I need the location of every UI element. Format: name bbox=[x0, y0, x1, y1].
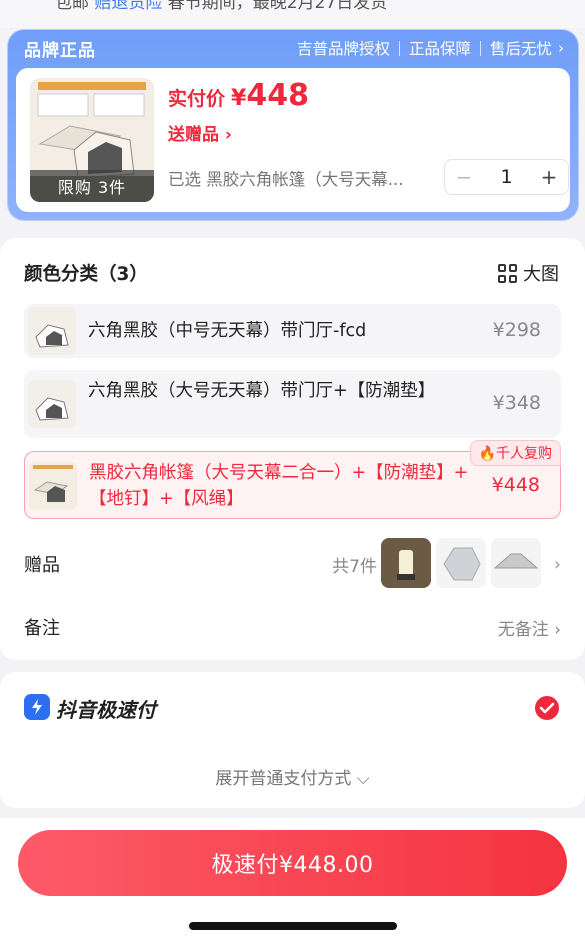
expand-payment-methods[interactable]: 展开普通支付方式 ⌵ bbox=[0, 764, 585, 789]
chevron-right-icon: › bbox=[558, 39, 564, 57]
variant-option-1[interactable]: 六角黑胶（中号无天幕）带门厅-fcd ¥298 bbox=[24, 304, 561, 358]
top-notice: 包邮 赔退货险 春节期间，最晚2月27日发货 bbox=[0, 0, 585, 28]
variant-name: 六角黑胶（中号无天幕）带门厅-fcd bbox=[88, 321, 367, 341]
options-card: 颜色分类（3） 大图 六角黑胶（中号无天幕）带门厅-fcd ¥298 六角黑胶（… bbox=[0, 238, 585, 660]
tent-thumbnail-icon bbox=[28, 380, 76, 428]
gift-count: 共7件 bbox=[332, 556, 377, 577]
bottom-bar: 极速付¥448.00 bbox=[0, 818, 585, 944]
increase-button[interactable]: + bbox=[530, 165, 568, 189]
product-summary: 限购 3件 实付价 ¥ 448 送赠品 › 已选 黑胶六角帐篷（大号天幕... … bbox=[16, 68, 570, 212]
home-indicator[interactable] bbox=[189, 922, 397, 930]
repurchase-badge: 🔥千人复购 bbox=[469, 440, 561, 466]
tent-thumbnail-icon bbox=[29, 462, 77, 510]
variant-price: ¥448 bbox=[491, 474, 540, 496]
variant-name: 六角黑胶（大号无天幕）带门厅+【防潮垫】 bbox=[88, 381, 436, 401]
payment-card: 抖音极速付 展开普通支付方式 ⌵ bbox=[0, 672, 585, 808]
checkmark-icon[interactable] bbox=[535, 696, 559, 720]
canopy-gift-icon bbox=[491, 538, 541, 588]
brand-badge: 吉普品牌授权 bbox=[296, 40, 390, 58]
shipping-notice: 包邮 赔退货险 春节期间，最晚2月27日发货 bbox=[55, 0, 387, 13]
douyin-pay-logo-icon bbox=[24, 694, 50, 720]
brand-badge: 售后无忧 bbox=[489, 40, 552, 58]
paid-price-amount: 448 bbox=[246, 78, 309, 113]
brand-guarantees[interactable]: 吉普品牌授权 正品保障 售后无忧 › bbox=[297, 37, 564, 59]
product-image[interactable]: 限购 3件 bbox=[30, 78, 154, 202]
color-category-title: 颜色分类（3） bbox=[24, 264, 148, 285]
purchase-limit-badge: 限购 3件 bbox=[30, 170, 154, 202]
divider bbox=[398, 40, 400, 56]
quantity-value[interactable]: 1 bbox=[483, 166, 530, 188]
note-row[interactable]: 备注 无备注 › bbox=[24, 612, 561, 642]
gift-row[interactable]: 赠品 共7件 › bbox=[24, 538, 561, 590]
chevron-right-icon: › bbox=[553, 553, 561, 575]
currency-symbol: ¥ bbox=[231, 86, 247, 111]
brand-title: 品牌正品 bbox=[24, 40, 96, 61]
decrease-button[interactable]: − bbox=[445, 165, 483, 189]
return-insurance-link[interactable]: 赔退货险 bbox=[94, 0, 162, 13]
variant-thumbnail bbox=[29, 462, 77, 510]
selected-variant-text: 已选 黑胶六角帐篷（大号天幕... bbox=[168, 170, 404, 189]
big-image-label: 大图 bbox=[523, 264, 559, 285]
variant-option-3-selected[interactable]: 🔥千人复购 黑胶六角帐篷（大号天幕二合一）+【防潮垫】+【地钉】+【风绳】 ¥4… bbox=[24, 440, 561, 519]
gift-link[interactable]: 送赠品 › bbox=[168, 120, 232, 145]
gift-thumbnails bbox=[381, 538, 541, 588]
brand-header[interactable]: 品牌正品 吉普品牌授权 正品保障 售后无忧 › bbox=[8, 30, 578, 66]
lantern-gift-icon bbox=[381, 538, 431, 588]
divider bbox=[479, 40, 481, 56]
variant-thumbnail bbox=[28, 380, 76, 428]
variant-thumbnail bbox=[28, 307, 76, 355]
big-image-toggle[interactable]: 大图 bbox=[498, 260, 559, 286]
note-label: 备注 bbox=[24, 618, 60, 639]
variant-price: ¥348 bbox=[492, 392, 541, 414]
brand-card: 品牌正品 吉普品牌授权 正品保障 售后无忧 › 限购 3件 实付价 ¥ 448 … bbox=[8, 30, 578, 220]
note-value: 无备注 › bbox=[497, 619, 561, 640]
variant-name: 黑胶六角帐篷（大号天幕二合一）+【防潮垫】+【地钉】+【风绳】 bbox=[89, 463, 469, 509]
mat-gift-icon bbox=[436, 538, 486, 588]
quantity-stepper: − 1 + bbox=[444, 159, 569, 195]
gift-label: 赠品 bbox=[24, 555, 60, 576]
pay-button[interactable]: 极速付¥448.00 bbox=[18, 830, 567, 896]
variant-price: ¥298 bbox=[492, 319, 541, 341]
tent-thumbnail-icon bbox=[28, 307, 76, 355]
paid-price: 实付价 ¥ 448 bbox=[168, 78, 309, 113]
brand-badge: 正品保障 bbox=[408, 40, 471, 58]
paid-price-label: 实付价 bbox=[168, 88, 226, 110]
variant-option-2[interactable]: 六角黑胶（大号无天幕）带门厅+【防潮垫】 ¥348 bbox=[24, 370, 561, 438]
grid-icon bbox=[498, 263, 517, 283]
payment-method-name[interactable]: 抖音极速付 bbox=[56, 694, 156, 723]
